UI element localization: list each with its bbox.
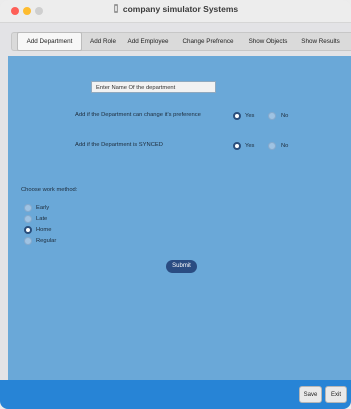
synced-yes-radio[interactable]	[233, 142, 241, 150]
work-method-early-radio[interactable]	[24, 204, 32, 212]
window-title: company simulator Systems	[122, 4, 239, 14]
department-name-input[interactable]: Enter Name Of the department	[91, 81, 216, 93]
app-window: company simulator Systems Add Department…	[0, 0, 351, 409]
tab-change-prefrence[interactable]: Change Prefrence	[176, 33, 240, 50]
tab-add-department[interactable]: Add Department	[17, 32, 82, 51]
preference-no-radio[interactable]	[268, 112, 276, 120]
java-app-icon	[113, 4, 118, 13]
tab-show-objects[interactable]: Show Objects	[244, 33, 292, 50]
tab-bar: Add Department Add Role Add Employee Cha…	[11, 32, 351, 51]
tab-add-employee[interactable]: Add Employee	[123, 33, 173, 50]
preference-yes-label: Yes	[245, 113, 255, 119]
preference-no-label: No	[281, 113, 289, 119]
work-method-home-label: Home	[36, 227, 52, 233]
work-method-regular-label: Regular	[36, 238, 57, 244]
save-button[interactable]: Save	[299, 386, 322, 403]
work-method-label: Choose work method:	[21, 187, 78, 193]
window-title-area: company simulator Systems	[0, 4, 351, 14]
work-method-early-label: Early	[36, 205, 50, 211]
synced-question: Add if the Department is SYNCED	[75, 142, 163, 148]
tab-add-role[interactable]: Add Role	[87, 33, 119, 50]
synced-no-radio[interactable]	[268, 142, 276, 150]
work-method-regular-radio[interactable]	[24, 237, 32, 245]
work-method-late-radio[interactable]	[24, 215, 32, 223]
work-method-home-radio[interactable]	[24, 226, 32, 234]
tab-show-results[interactable]: Show Results	[295, 33, 346, 50]
synced-no-label: No	[281, 143, 289, 149]
exit-button[interactable]: Exit	[325, 386, 347, 403]
preference-yes-radio[interactable]	[233, 112, 241, 120]
synced-yes-label: Yes	[245, 143, 255, 149]
work-method-late-label: Late	[36, 216, 48, 222]
submit-button[interactable]: Submit	[166, 260, 197, 273]
preference-question: Add if the Department can change it's pr…	[75, 112, 201, 118]
title-bar: company simulator Systems	[0, 0, 351, 23]
form-panel	[8, 56, 351, 386]
